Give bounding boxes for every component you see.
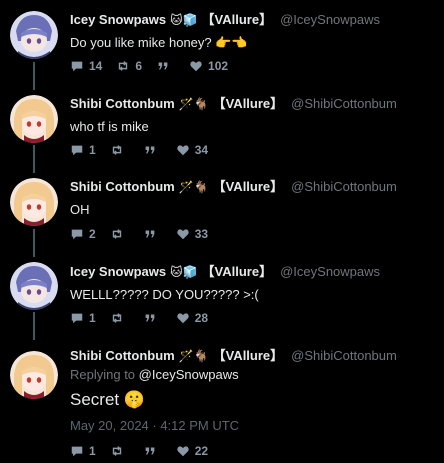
like-count: 33: [194, 227, 209, 241]
like-count: 34: [194, 143, 209, 157]
reply-button[interactable]: 1: [70, 444, 96, 458]
avatar-shibi[interactable]: [10, 95, 58, 143]
reply-count: 1: [89, 444, 96, 458]
reply-icon: [71, 61, 83, 72]
reply-icon: [71, 446, 83, 457]
quote-button[interactable]: [143, 143, 162, 157]
display-name[interactable]: Shibi Cottonbum: [70, 179, 175, 194]
retweet-icon: [112, 229, 121, 239]
name-emojis: 🐱🧊: [170, 13, 198, 27]
retweet-button[interactable]: [110, 227, 129, 241]
user-handle[interactable]: @IceySnowpaws: [280, 12, 380, 27]
tweet-text: OH: [70, 202, 90, 217]
tweet-actions: 1 34: [70, 141, 222, 159]
reply-button[interactable]: 1: [70, 311, 96, 325]
reply-count: 14: [89, 59, 103, 73]
heart-icon: [177, 313, 189, 324]
retweet-icon: [112, 145, 121, 155]
name-emojis: 🪄🐐: [178, 97, 209, 111]
tweet-actions: 14 6 102: [70, 57, 242, 75]
retweet-button[interactable]: [110, 143, 129, 157]
quote-icon: [145, 146, 155, 154]
quote-icon: [158, 62, 168, 70]
reply-button[interactable]: 1: [70, 143, 96, 157]
retweet-button[interactable]: 6: [116, 59, 142, 73]
replying-to-line: Replying to @IceySnowpaws: [70, 366, 239, 384]
name-tag: 【VAllure】: [201, 264, 273, 279]
name-tag: 【VAllure】: [212, 96, 284, 111]
tweet-text: who tf is mike: [70, 119, 149, 134]
name-tag: 【VAllure】: [212, 179, 284, 194]
reply-icon: [71, 145, 83, 156]
name-emojis: 🐱🧊: [170, 265, 198, 279]
heart-icon: [177, 229, 189, 240]
quote-icon: [145, 447, 155, 455]
like-count: 22: [194, 444, 209, 458]
heart-icon: [177, 446, 189, 457]
tweet-actions: 1 28: [70, 309, 222, 327]
like-button[interactable]: 102: [189, 59, 228, 73]
retweet-button[interactable]: [110, 311, 129, 325]
replying-prefix: Replying to: [70, 367, 136, 382]
reply-button[interactable]: 14: [70, 59, 102, 73]
avatar-shibi[interactable]: [10, 178, 58, 226]
reply-count: 2: [89, 227, 96, 241]
main-tweet[interactable]: Shibi Cottonbum 🪄🐐 【VAllure】 @ShibiCottonbu…: [0, 336, 444, 463]
quote-icon: [145, 230, 155, 238]
user-handle[interactable]: @ShibiCottonbum: [291, 96, 397, 111]
tweet-text: Do you like mike honey? 👉👈: [70, 35, 248, 50]
retweet-count: 6: [135, 59, 143, 73]
like-count: 102: [208, 59, 229, 73]
tweet[interactable]: Icey Snowpaws 🐱🧊 【VAllure】 @IceySnowpaws Do…: [0, 0, 444, 85]
avatar-icey[interactable]: [10, 11, 58, 59]
tweet[interactable]: Icey Snowpaws 🐱🧊 【VAllure】 @IceySnowpaws WE…: [0, 252, 444, 336]
avatar-shibi[interactable]: [10, 351, 58, 399]
user-handle[interactable]: @ShibiCottonbum: [291, 348, 397, 363]
quote-button[interactable]: [143, 227, 162, 241]
tweet[interactable]: Shibi Cottonbum 🪄🐐 【VAllure】 @ShibiCottonbu…: [0, 85, 444, 168]
display-name[interactable]: Shibi Cottonbum: [70, 96, 175, 111]
heart-icon: [190, 61, 202, 72]
quote-button[interactable]: [156, 59, 175, 73]
replying-to-handle[interactable]: @IceySnowpaws: [139, 367, 239, 382]
quote-icon: [145, 314, 155, 322]
reply-icon: [71, 229, 83, 240]
retweet-icon: [119, 61, 128, 71]
like-button[interactable]: 34: [176, 143, 208, 157]
like-button[interactable]: 22: [176, 444, 208, 458]
retweet-icon: [112, 446, 121, 456]
like-button[interactable]: 28: [176, 311, 208, 325]
name-emojis: 🪄🐐: [178, 180, 209, 194]
display-name[interactable]: Icey Snowpaws: [70, 12, 166, 27]
like-button[interactable]: 33: [176, 227, 208, 241]
user-handle[interactable]: @IceySnowpaws: [280, 264, 380, 279]
retweet-icon: [112, 313, 121, 323]
quote-button[interactable]: [143, 311, 162, 325]
reply-count: 1: [89, 143, 96, 157]
tweet-actions: 2 33: [70, 225, 222, 243]
name-emojis: 🪄🐐: [178, 349, 209, 363]
reply-button[interactable]: 2: [70, 227, 96, 241]
quote-button[interactable]: [143, 444, 162, 458]
name-tag: 【VAllure】: [201, 12, 273, 27]
display-name[interactable]: Icey Snowpaws: [70, 264, 166, 279]
user-handle[interactable]: @ShibiCottonbum: [291, 179, 397, 194]
heart-icon: [177, 145, 189, 156]
tweet-text: Secret 🤫: [70, 390, 146, 409]
reply-icon: [71, 313, 83, 324]
tweet[interactable]: Shibi Cottonbum 🪄🐐 【VAllure】 @ShibiCottonbu…: [0, 168, 444, 252]
avatar-icey[interactable]: [10, 262, 58, 310]
tweet-timestamp[interactable]: May 20, 2024 · 4:12 PM UTC: [70, 417, 239, 435]
tweet-actions: 1 22: [70, 442, 222, 460]
retweet-button[interactable]: [110, 444, 129, 458]
like-count: 28: [194, 311, 209, 325]
tweet-text: WELLL????? DO YOU????? >:(: [70, 287, 259, 302]
name-tag: 【VAllure】: [212, 348, 284, 363]
display-name[interactable]: Shibi Cottonbum: [70, 348, 175, 363]
reply-count: 1: [89, 311, 96, 325]
